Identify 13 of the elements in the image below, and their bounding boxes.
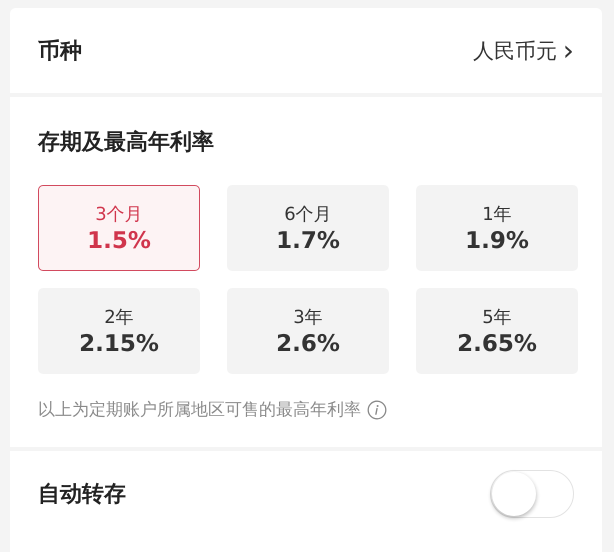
term-option[interactable]: 6个月 1.7% — [227, 185, 389, 271]
auto-renew-label: 自动转存 — [38, 480, 126, 508]
term-option[interactable]: 3个月 1.5% — [38, 185, 200, 271]
term-option[interactable]: 5年 2.65% — [416, 288, 578, 374]
info-icon[interactable] — [367, 400, 387, 420]
currency-selector[interactable]: 人民币元 › — [472, 36, 574, 64]
section-title: 存期及最高年利率 — [38, 128, 215, 157]
term-option[interactable]: 1年 1.9% — [416, 185, 578, 271]
toggle-switch[interactable] — [490, 470, 574, 518]
term-option[interactable]: 3年 2.6% — [227, 288, 389, 374]
note-text: 以上为定期账户所属地区可售的最高年利率 — [38, 399, 361, 421]
term-option[interactable]: 2年 2.15% — [38, 288, 200, 374]
currency-label: 币种 — [38, 38, 82, 66]
